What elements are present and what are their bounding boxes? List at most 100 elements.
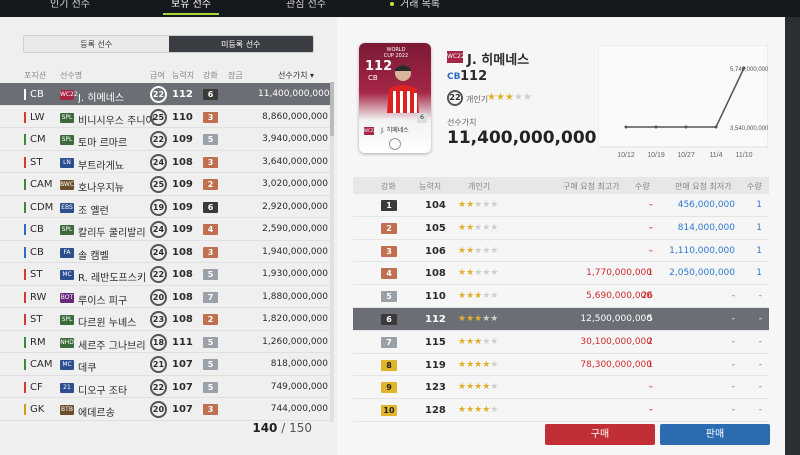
player-ovr: 109: [172, 201, 193, 213]
enhance-badge: 6: [381, 313, 397, 325]
player-value: 744,000,000: [270, 404, 328, 414]
season-icon: SPL: [60, 315, 74, 325]
player-name: 다르윈 누녜스: [78, 318, 137, 329]
buy-qty: -: [649, 405, 653, 416]
tab-label: 관심 선수: [286, 0, 326, 10]
player-row[interactable]: RW BOT 루이스 피구 20 108 7 1,880,000,000: [0, 286, 330, 308]
sell-qty: -: [758, 291, 762, 302]
registered-tab[interactable]: 등록 선수: [24, 36, 169, 52]
row-ovr: 123: [425, 382, 446, 394]
side-edge: [785, 17, 800, 455]
salary-badge: 20: [150, 288, 167, 306]
th-ovr: 능력치: [419, 182, 442, 191]
salary-badge: 24: [150, 243, 167, 261]
sell-qty: -: [758, 313, 762, 324]
price-row[interactable]: 2 105 ★★★★★ - -814,000,000 1: [353, 217, 769, 240]
player-value: 1,820,000,000: [262, 314, 328, 324]
header-ovr[interactable]: 능력치: [172, 70, 194, 81]
player-row[interactable]: ST LN 부트라게뇨 24 108 3 3,640,000,000: [0, 151, 330, 173]
unregistered-tab[interactable]: 미등록 선수: [168, 36, 313, 52]
scroll-thumb[interactable]: [330, 82, 334, 136]
player-pos: LW: [24, 111, 64, 123]
price-row[interactable]: 1 104 ★★★★★ - -456,000,000 1: [353, 194, 769, 217]
popularity-label: 개인기: [466, 95, 489, 104]
player-row[interactable]: ST SPL 다르윈 누녜스 23 108 2 1,820,000,000: [0, 308, 330, 331]
player-pos: GK: [24, 404, 64, 415]
popularity-stars: ★★★★★: [458, 359, 499, 370]
salary-badge: 22: [150, 266, 167, 283]
header-pos[interactable]: 포지션: [24, 70, 46, 81]
sell-qty: 1: [756, 268, 762, 279]
salary-badge: 18: [150, 333, 167, 351]
player-pos: CB: [447, 72, 461, 82]
price-label: 3,540,000,000: [730, 126, 768, 132]
player-pos: ST: [24, 269, 64, 280]
player-ovr: 109: [172, 179, 193, 190]
player-ovr: 112: [172, 89, 193, 100]
header-value-label: 선수가치: [278, 71, 308, 80]
price-row[interactable]: 6 112 ★★★★★ 12,500,000,000 5- -: [353, 307, 769, 331]
player-list: CB WC22 J. 히메네스 22 112 6 11,400,000,000 LW SPL 비니…: [0, 83, 330, 421]
player-row[interactable]: CAM BWC 호나우지뉴 25 109 2 3,020,000,000: [0, 173, 330, 196]
enhance-badge: 3: [381, 245, 397, 257]
buy-button[interactable]: 구매: [545, 424, 655, 445]
player-row[interactable]: CM SPL 토마 르마르 22 109 5 3,940,000,000: [0, 128, 330, 151]
header-value[interactable]: 선수가치 ▾: [278, 70, 314, 81]
enhance-badge: 5: [203, 381, 218, 393]
price-row[interactable]: 9 123 ★★★★★ - - - -: [353, 376, 769, 400]
sell-button[interactable]: 판매: [660, 424, 770, 445]
enhance-badge: 2: [203, 314, 218, 325]
price-row[interactable]: 7 115 ★★★★★ 30,100,000,000 2- -: [353, 331, 769, 354]
row-ovr: 128: [425, 405, 446, 417]
player-value: 1,940,000,000: [262, 246, 328, 257]
header-name[interactable]: 선수명: [60, 70, 82, 81]
tab-0[interactable]: 인기 선수: [45, 0, 95, 17]
player-name: J. 히메네스: [467, 53, 530, 68]
enhance-badge: 9: [381, 382, 397, 394]
sell-qty: 1: [756, 245, 762, 256]
player-row[interactable]: CB WC22 J. 히메네스 22 112 6 11,400,000,000: [0, 83, 330, 106]
tab-3[interactable]: 거래 목록: [385, 0, 445, 17]
price-row[interactable]: 5 110 ★★★★★ 5,690,000,000 26- -: [353, 285, 769, 308]
player-pos: ST: [24, 314, 64, 325]
price-row[interactable]: 4 108 ★★★★★ 1,770,000,000 1 2,050,000,000 1: [353, 262, 769, 286]
player-ovr: 109: [172, 224, 193, 235]
player-row[interactable]: ST MC R. 레반도프스키 22 108 5 1,930,000,000: [0, 263, 330, 286]
enhance-badge: 1: [381, 200, 397, 211]
price-row[interactable]: 3 106 ★★★★★ - -1,110,000,000 1: [353, 240, 769, 263]
salary-badge: 25: [150, 176, 167, 193]
player-row[interactable]: CB FA 솔 캠벨 24 108 3 1,940,000,000: [0, 241, 330, 263]
player-row[interactable]: RM NHD 세르주 그나브리 18 111 5 1,260,000,000: [0, 331, 330, 353]
price-row[interactable]: 8 119 ★★★★★ 78,300,000,000 1- -: [353, 354, 769, 377]
player-row[interactable]: GK BTB 에데르송 20 107 3 744,000,000: [0, 398, 330, 421]
player-row[interactable]: CDM EBS 조 옐런 19 109 6 2,920,000,000: [0, 196, 330, 218]
header-grade[interactable]: 급여: [150, 70, 165, 81]
list-scrollbar[interactable]: [330, 82, 334, 422]
salary-badge: 24: [150, 153, 167, 171]
price-table: 강화 능력치 개인기 구매 요청 최고가 수량 판매 요청 최저가 수량 1 10…: [353, 177, 769, 422]
header-lock[interactable]: 잠금: [228, 70, 243, 81]
buy-qty: 5: [647, 313, 653, 324]
player-row[interactable]: CAM MC 데쿠 21 107 5 818,000,000: [0, 353, 330, 376]
player-name: 부트라게뇨: [78, 160, 124, 172]
row-ovr: 119: [425, 359, 446, 371]
row-ovr: 104: [425, 200, 446, 211]
player-name: 루이스 피구: [78, 295, 128, 307]
player-value: 1,930,000,000: [262, 269, 328, 279]
price-row[interactable]: 10 128 ★★★★★ - - - -: [353, 399, 769, 422]
player-ovr: 110: [172, 111, 193, 123]
player-value: 1,260,000,000: [262, 336, 328, 347]
player-name: 세르주 그나브리: [78, 340, 146, 352]
player-row[interactable]: CF 21 디오구 조타 22 107 5 749,000,000: [0, 376, 330, 398]
popularity-stars: ★★★★★: [458, 268, 499, 279]
popularity-stars: ★★★★★: [458, 313, 499, 324]
enhance-badge: 6: [203, 201, 218, 213]
player-row[interactable]: CB SPL 칼리두 쿨리발리 24 109 4 2,590,000,000: [0, 218, 330, 241]
tab-1[interactable]: 보유 선수: [163, 0, 219, 17]
tab-2[interactable]: 관심 선수: [280, 0, 332, 17]
player-row[interactable]: LW SPL 비니시우스 주니어 25 110 3 8,860,000,000: [0, 106, 330, 128]
player-pos: CB: [24, 89, 64, 100]
x-tick-label: 11/4: [709, 152, 722, 159]
player-card: WORLD CUP 2022 112 CB 6 WC22 J. 히메네스: [359, 43, 431, 153]
header-enh[interactable]: 강화: [203, 70, 218, 81]
